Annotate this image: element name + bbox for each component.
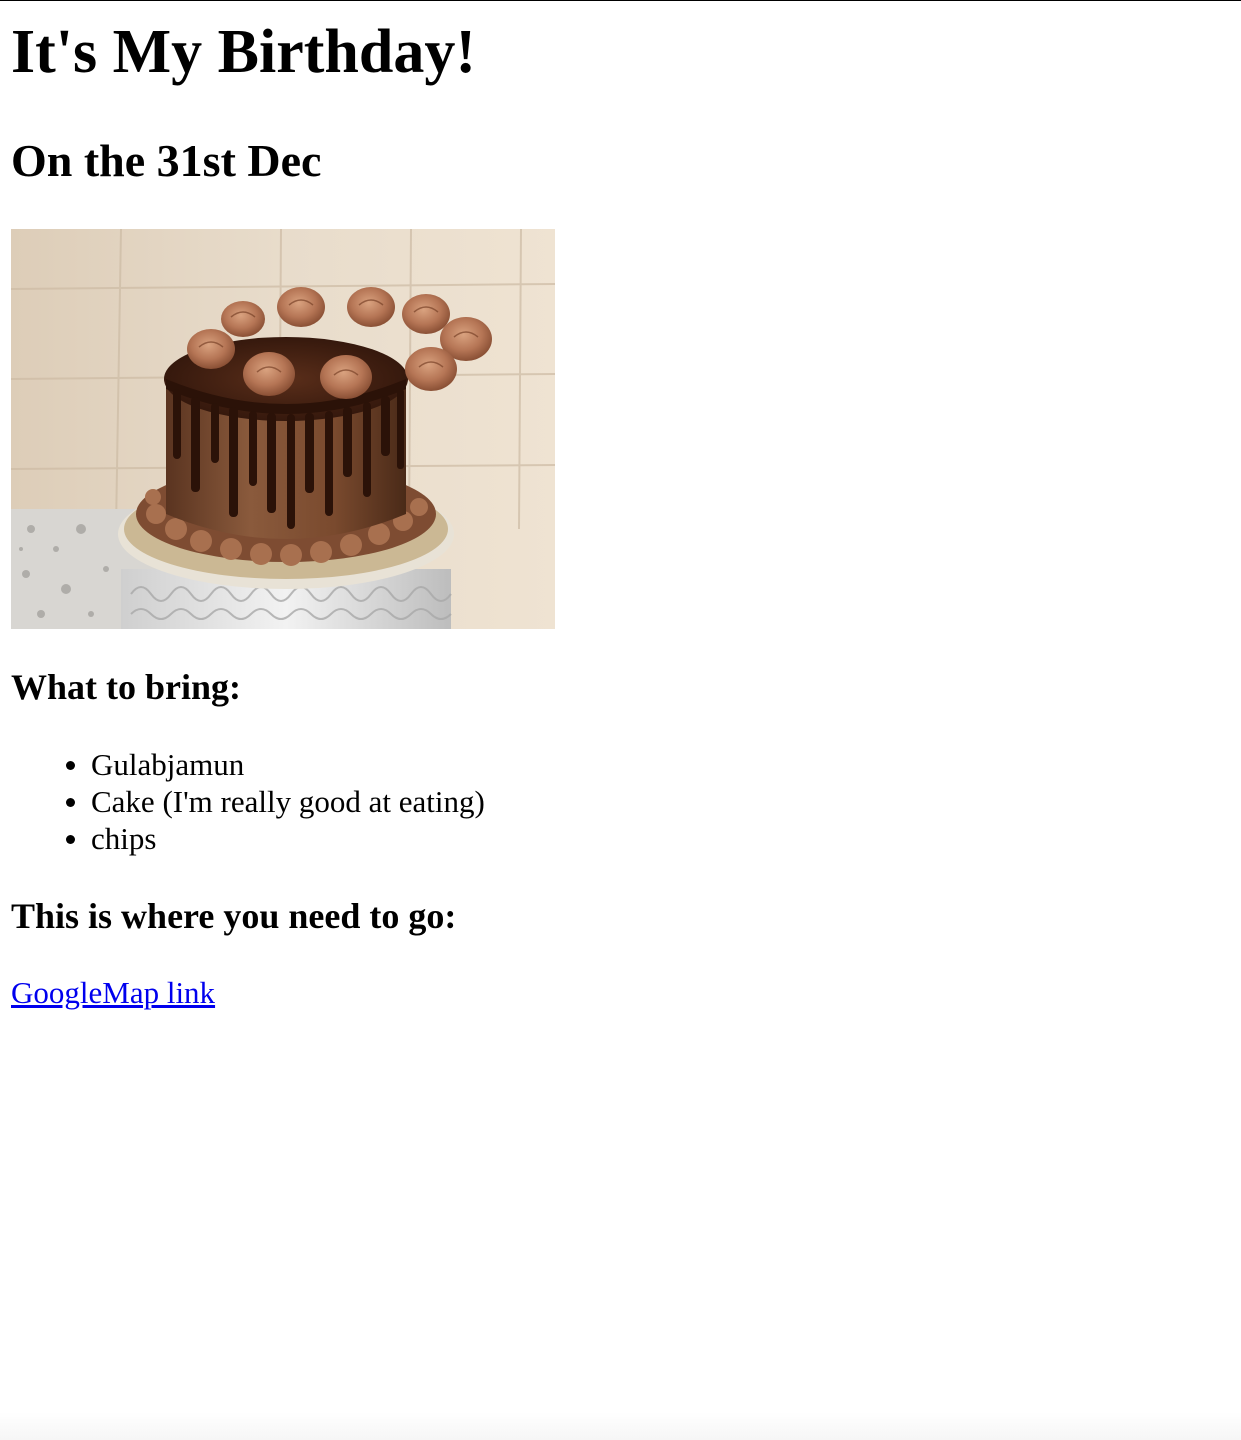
google-map-link[interactable]: GoogleMap link	[11, 973, 215, 1013]
page-title: It's My Birthday!	[11, 18, 476, 86]
list-item: chips	[66, 820, 485, 857]
page-subtitle: On the 31st Dec	[11, 135, 322, 186]
list-item: Gulabjamun	[66, 746, 485, 783]
bottom-edge	[0, 1412, 1241, 1440]
list-item-text: Cake (I'm really good at eating)	[91, 784, 485, 819]
list-item-text: chips	[91, 821, 157, 856]
where-heading: This is where you need to go:	[11, 896, 457, 936]
list-item: Cake (I'm really good at eating)	[66, 783, 485, 820]
top-border	[0, 0, 1241, 1]
bullet-icon	[66, 798, 75, 807]
cake-image	[11, 229, 555, 629]
bullet-icon	[66, 835, 75, 844]
bring-heading: What to bring:	[11, 667, 242, 707]
bullet-icon	[66, 761, 75, 770]
bring-list: Gulabjamun Cake (I'm really good at eati…	[11, 746, 485, 857]
cake-image-graphic	[11, 229, 555, 629]
list-item-text: Gulabjamun	[91, 747, 245, 782]
